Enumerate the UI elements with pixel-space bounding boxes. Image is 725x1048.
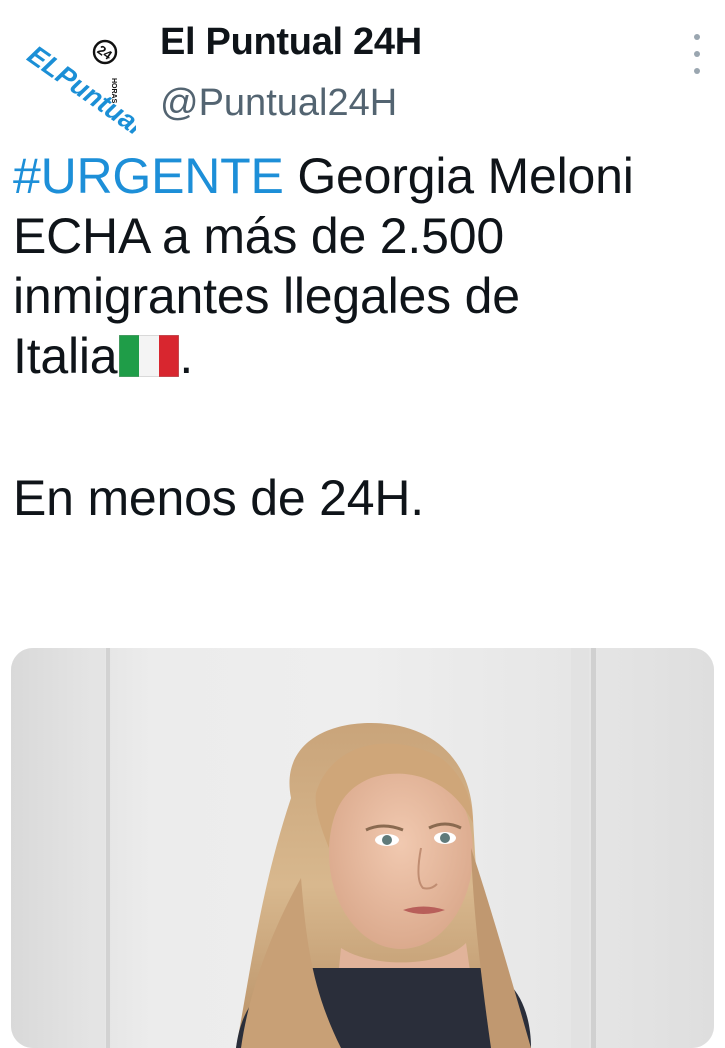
- tweet-line: ECHA a más de 2.500: [13, 208, 504, 264]
- user-handle[interactable]: @Puntual24H: [160, 81, 397, 125]
- tweet-media-photo[interactable]: [11, 648, 714, 1048]
- tweet-text-segment: Italia: [13, 328, 118, 384]
- tweet-line: inmigrantes llegales de: [13, 268, 520, 324]
- avatar[interactable]: ELPuntual 24 HORAS: [14, 22, 149, 141]
- tweet-line: En menos de 24H.: [13, 470, 424, 526]
- hashtag-link[interactable]: #URGENTE: [13, 148, 284, 204]
- italy-flag-icon: [119, 335, 180, 377]
- tweet-line: #URGENTE Georgia Meloni: [13, 146, 713, 206]
- display-name[interactable]: El Puntual 24H: [160, 20, 422, 64]
- more-vertical-icon-dot: [694, 68, 700, 74]
- portrait-photo: [11, 648, 714, 1048]
- more-options-button[interactable]: [682, 34, 712, 74]
- more-vertical-icon: [694, 34, 700, 40]
- logo-sub-text: HORAS: [110, 78, 117, 104]
- el-puntual-logo: ELPuntual 24 HORAS: [22, 40, 149, 141]
- tweet-text-segment: .: [179, 328, 194, 384]
- tweet-line: Italia .: [13, 326, 713, 386]
- more-vertical-icon-dot: [694, 51, 700, 57]
- tweet-header: ELPuntual 24 HORAS El Puntual 24H @Puntu…: [0, 0, 725, 141]
- line-break: [13, 386, 713, 468]
- tweet-text: #URGENTE Georgia Meloni ECHA a más de 2.…: [13, 146, 713, 528]
- tweet-text-segment: Georgia Meloni: [283, 148, 634, 204]
- logo-text: ELPuntual: [22, 40, 136, 134]
